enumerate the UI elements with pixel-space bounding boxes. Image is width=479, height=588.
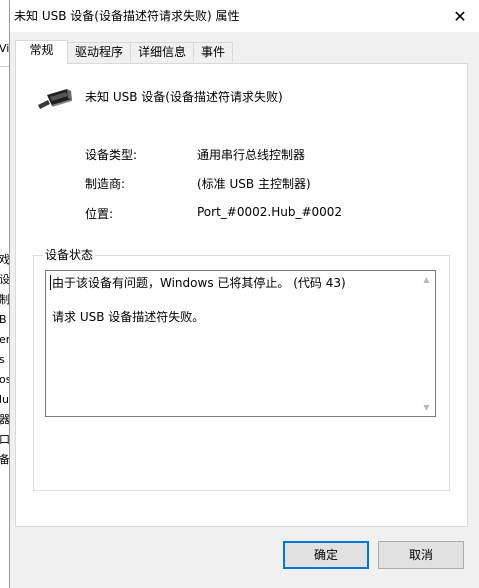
cancel-button[interactable]: 取消 — [378, 541, 464, 569]
usb-connector-icon — [38, 89, 72, 109]
background-window-edge: Vi 戏 设 制 B er s os lu 器 口 备 — [0, 32, 9, 588]
device-status-textbox[interactable]: 由于该设备有问题，Windows 已将其停止。 (代码 43) 请求 USB 设… — [45, 270, 436, 417]
close-icon: ✕ — [453, 6, 467, 26]
properties-dialog: 未知 USB 设备(设备描述符请求失败) 属性 ✕ 常规 驱动程序 详细信息 事… — [9, 0, 479, 588]
scroll-down-arrow-icon[interactable]: ▼ — [418, 399, 435, 416]
background-text: 备 — [0, 453, 9, 466]
tab-details[interactable]: 详细信息 — [130, 42, 194, 62]
background-text: 戏 — [0, 253, 9, 266]
general-tab-panel: 未知 USB 设备(设备描述符请求失败) 设备类型: 通用串行总线控制器 制造商… — [15, 63, 468, 527]
background-text: 器 — [0, 413, 9, 426]
device-status-title: 设备状态 — [43, 247, 96, 263]
status-line: 由于该设备有问题，Windows 已将其停止。 (代码 43) — [52, 276, 346, 290]
background-text: s — [0, 353, 5, 366]
device-type-value: 通用串行总线控制器 — [197, 148, 306, 162]
tab-general[interactable]: 常规 — [15, 40, 68, 64]
status-line: 请求 USB 设备描述符失败。 — [52, 310, 205, 324]
close-button[interactable]: ✕ — [445, 0, 475, 32]
text-caret — [50, 275, 51, 290]
background-text: er — [0, 333, 9, 346]
background-text: 制 — [0, 293, 9, 306]
tab-events[interactable]: 事件 — [193, 42, 233, 62]
manufacturer-label: 制造商: — [85, 177, 126, 191]
manufacturer-value: (标准 USB 主控制器) — [197, 177, 311, 191]
background-text: Vi — [0, 42, 9, 55]
background-text: lu — [0, 393, 9, 406]
window-title: 未知 USB 设备(设备描述符请求失败) 属性 — [14, 9, 240, 23]
location-value: Port_#0002.Hub_#0002 — [197, 205, 343, 219]
tab-driver[interactable]: 驱动程序 — [67, 42, 131, 62]
ok-button[interactable]: 确定 — [283, 541, 369, 569]
background-text: 口 — [0, 433, 9, 446]
device-status-group: 设备状态 由于该设备有问题，Windows 已将其停止。 (代码 43) 请求 … — [33, 247, 450, 491]
title-bar[interactable]: 未知 USB 设备(设备描述符请求失败) 属性 ✕ — [10, 0, 479, 32]
background-text: B — [0, 313, 7, 326]
background-text: 设 — [0, 273, 9, 286]
location-label: 位置: — [85, 207, 114, 221]
scroll-up-arrow-icon[interactable]: ▲ — [418, 271, 435, 288]
background-divider — [0, 66, 9, 67]
device-type-label: 设备类型: — [85, 148, 138, 162]
status-scrollbar[interactable]: ▲ ▼ — [418, 271, 435, 416]
device-name: 未知 USB 设备(设备描述符请求失败) — [85, 90, 283, 104]
background-text: os — [0, 373, 9, 386]
